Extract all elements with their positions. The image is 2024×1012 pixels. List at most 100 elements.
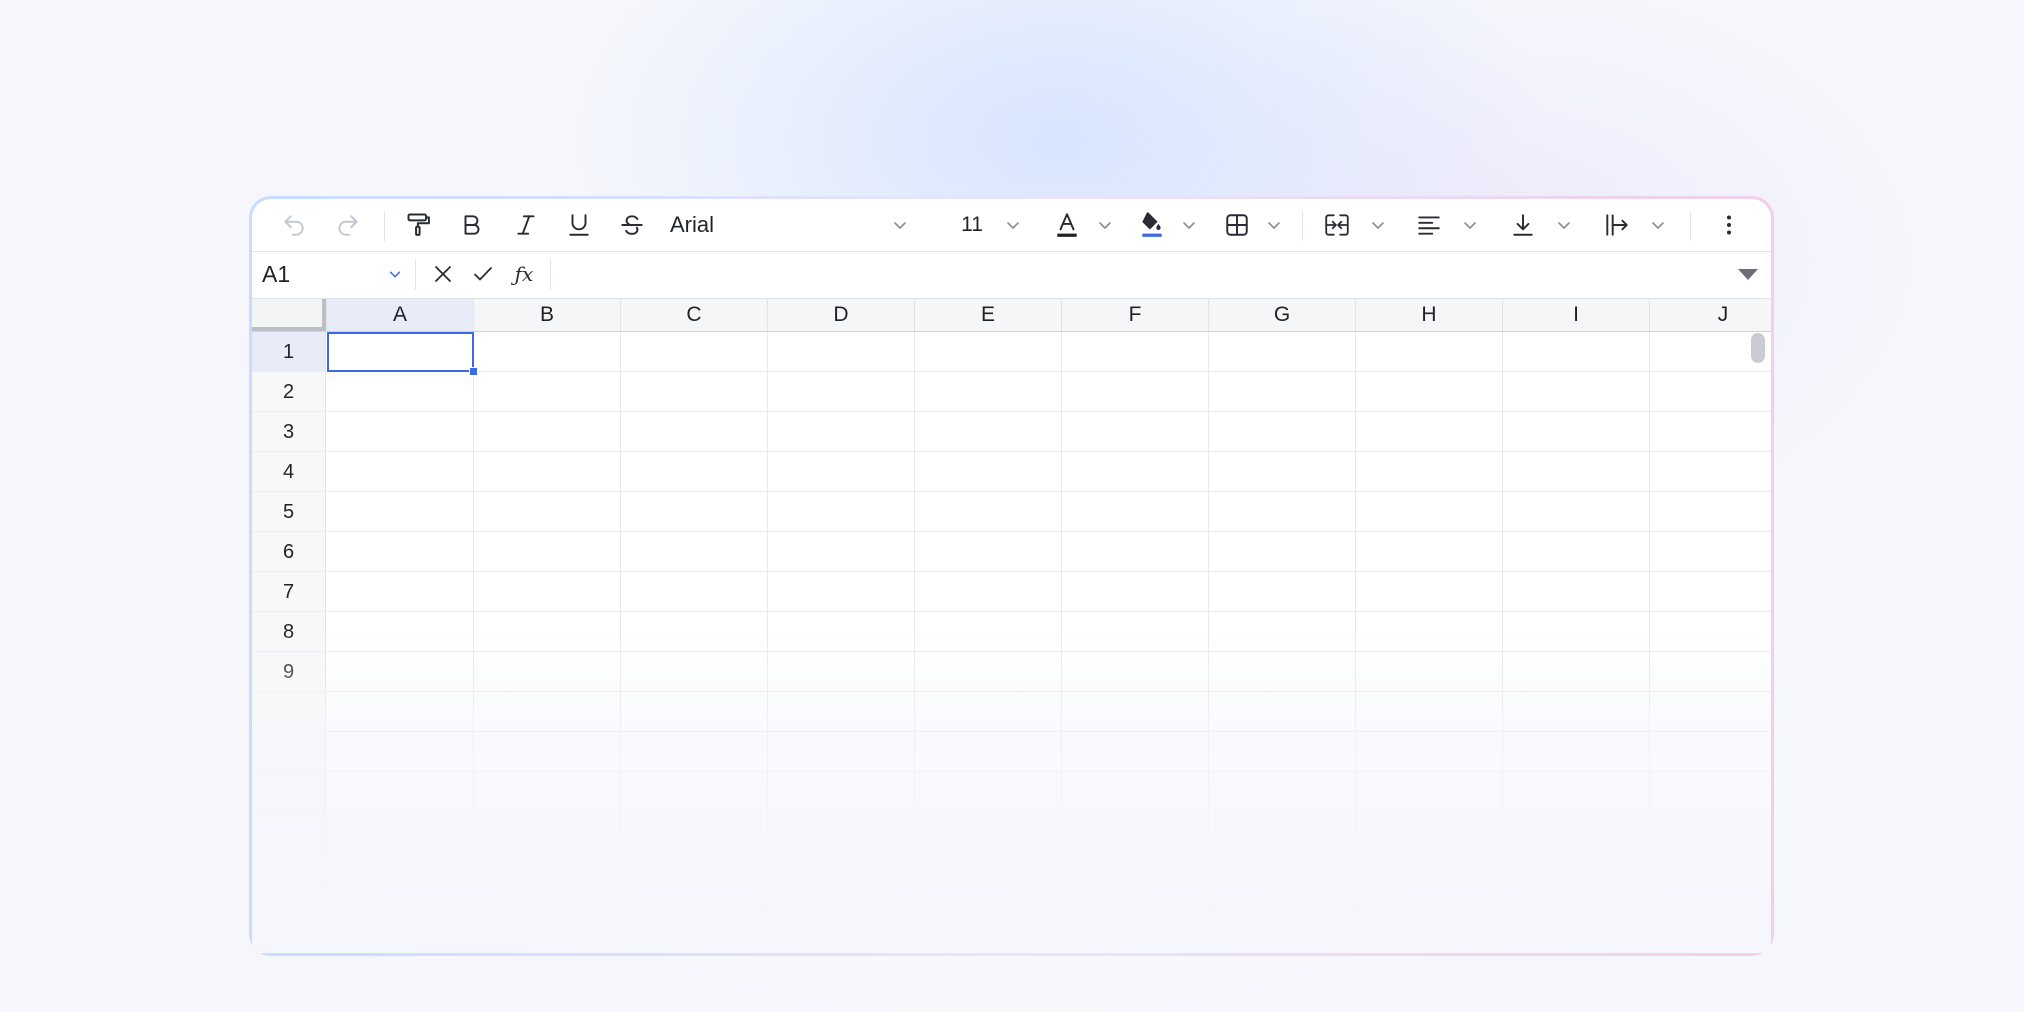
grid-cell[interactable] <box>1503 732 1650 772</box>
grid-cell[interactable] <box>474 332 621 372</box>
grid-cell[interactable] <box>768 932 915 953</box>
grid-cell[interactable] <box>327 572 474 612</box>
grid-cell[interactable] <box>915 332 1062 372</box>
merge-cells-dropdown[interactable] <box>1368 209 1388 241</box>
grid-cell[interactable] <box>327 452 474 492</box>
grid-cell[interactable] <box>621 332 768 372</box>
column-header-a[interactable]: A <box>327 299 474 331</box>
grid-cell[interactable] <box>1356 452 1503 492</box>
row-header[interactable]: 7 <box>252 572 326 612</box>
grid-cell[interactable] <box>1062 332 1209 372</box>
grid-cell[interactable] <box>768 332 915 372</box>
grid-cell[interactable] <box>1356 892 1503 932</box>
grid-cell[interactable] <box>1209 412 1356 452</box>
column-header-i[interactable]: I <box>1503 299 1650 331</box>
column-header-g[interactable]: G <box>1209 299 1356 331</box>
text-wrap-button[interactable] <box>1600 209 1634 241</box>
font-family-dropdown[interactable] <box>890 209 910 241</box>
grid-cell[interactable] <box>1209 772 1356 812</box>
grid-cell[interactable] <box>768 652 915 692</box>
grid-cell[interactable] <box>474 612 621 652</box>
grid-cell[interactable] <box>768 492 915 532</box>
grid-cell[interactable] <box>621 612 768 652</box>
grid-cell[interactable] <box>915 852 1062 892</box>
grid-cell[interactable] <box>1503 532 1650 572</box>
grid-cell[interactable] <box>1650 612 1771 652</box>
grid-cell[interactable] <box>474 812 621 852</box>
strikethrough-button[interactable] <box>615 209 649 241</box>
grid-cell[interactable] <box>1356 732 1503 772</box>
row-header[interactable] <box>252 772 326 812</box>
grid-cell[interactable] <box>1209 932 1356 953</box>
grid-cell[interactable] <box>1062 732 1209 772</box>
column-header-f[interactable]: F <box>1062 299 1209 331</box>
grid-cell[interactable] <box>474 892 621 932</box>
column-header-c[interactable]: C <box>621 299 768 331</box>
grid-cell[interactable] <box>1356 492 1503 532</box>
grid-cell[interactable] <box>1062 692 1209 732</box>
grid-cell[interactable] <box>1650 452 1771 492</box>
cell-reference-dropdown[interactable] <box>385 259 405 289</box>
grid-cell[interactable] <box>1503 612 1650 652</box>
grid-cell[interactable] <box>1503 692 1650 732</box>
grid-cell[interactable] <box>768 612 915 652</box>
grid-cell[interactable] <box>1650 492 1771 532</box>
grid-cell[interactable] <box>1062 932 1209 953</box>
fill-handle[interactable] <box>469 367 478 376</box>
grid-cell[interactable] <box>768 532 915 572</box>
grid-cell[interactable] <box>1650 892 1771 932</box>
grid-cell[interactable] <box>621 532 768 572</box>
grid-cell[interactable] <box>621 452 768 492</box>
grid-cell[interactable] <box>474 692 621 732</box>
text-wrap-dropdown[interactable] <box>1648 209 1668 241</box>
vertical-scrollbar[interactable] <box>1751 333 1765 363</box>
grid-cell[interactable] <box>327 932 474 953</box>
grid-cell[interactable] <box>915 372 1062 412</box>
grid-cell[interactable] <box>474 372 621 412</box>
grid-cell[interactable] <box>1209 732 1356 772</box>
grid-cell[interactable] <box>915 932 1062 953</box>
row-header[interactable] <box>252 932 326 953</box>
column-header-h[interactable]: H <box>1356 299 1503 331</box>
grid-cell[interactable] <box>915 452 1062 492</box>
grid-cell[interactable] <box>915 652 1062 692</box>
grid-cell[interactable] <box>1356 612 1503 652</box>
insert-function-button[interactable]: ƒx <box>508 259 540 289</box>
grid-cell[interactable] <box>474 652 621 692</box>
grid-cell[interactable] <box>915 732 1062 772</box>
vertical-align-dropdown[interactable] <box>1554 209 1574 241</box>
grid-cell[interactable] <box>1062 372 1209 412</box>
grid-cell[interactable] <box>1209 532 1356 572</box>
text-color-button[interactable] <box>1052 209 1082 241</box>
grid-cell[interactable] <box>915 612 1062 652</box>
grid-cell[interactable] <box>621 372 768 412</box>
grid-cell[interactable] <box>1062 772 1209 812</box>
grid-cell[interactable] <box>915 492 1062 532</box>
grid-cell[interactable] <box>1650 572 1771 612</box>
horizontal-align-dropdown[interactable] <box>1460 209 1480 241</box>
row-header[interactable] <box>252 692 326 732</box>
grid-cell[interactable] <box>1503 452 1650 492</box>
grid-cell[interactable] <box>474 852 621 892</box>
grid-cell[interactable] <box>327 892 474 932</box>
cancel-formula-button[interactable] <box>428 259 458 289</box>
grid-cell[interactable] <box>621 732 768 772</box>
row-header[interactable]: 8 <box>252 612 326 652</box>
grid-cell[interactable] <box>768 892 915 932</box>
grid-cell[interactable] <box>621 492 768 532</box>
grid-cell[interactable] <box>1209 892 1356 932</box>
grid-cell[interactable] <box>768 692 915 732</box>
expand-formula-bar-button[interactable] <box>1733 259 1763 289</box>
grid-cell[interactable] <box>1650 652 1771 692</box>
grid-cell[interactable] <box>1503 932 1650 953</box>
grid-cell[interactable] <box>1062 892 1209 932</box>
grid-cell[interactable] <box>621 692 768 732</box>
grid-cell[interactable] <box>621 852 768 892</box>
grid-cell[interactable] <box>768 852 915 892</box>
grid-cell[interactable] <box>1650 932 1771 953</box>
grid-cell[interactable] <box>1356 692 1503 732</box>
grid-cell[interactable] <box>621 652 768 692</box>
horizontal-align-button[interactable] <box>1412 209 1446 241</box>
grid-cell[interactable] <box>621 572 768 612</box>
underline-button[interactable] <box>562 209 596 241</box>
